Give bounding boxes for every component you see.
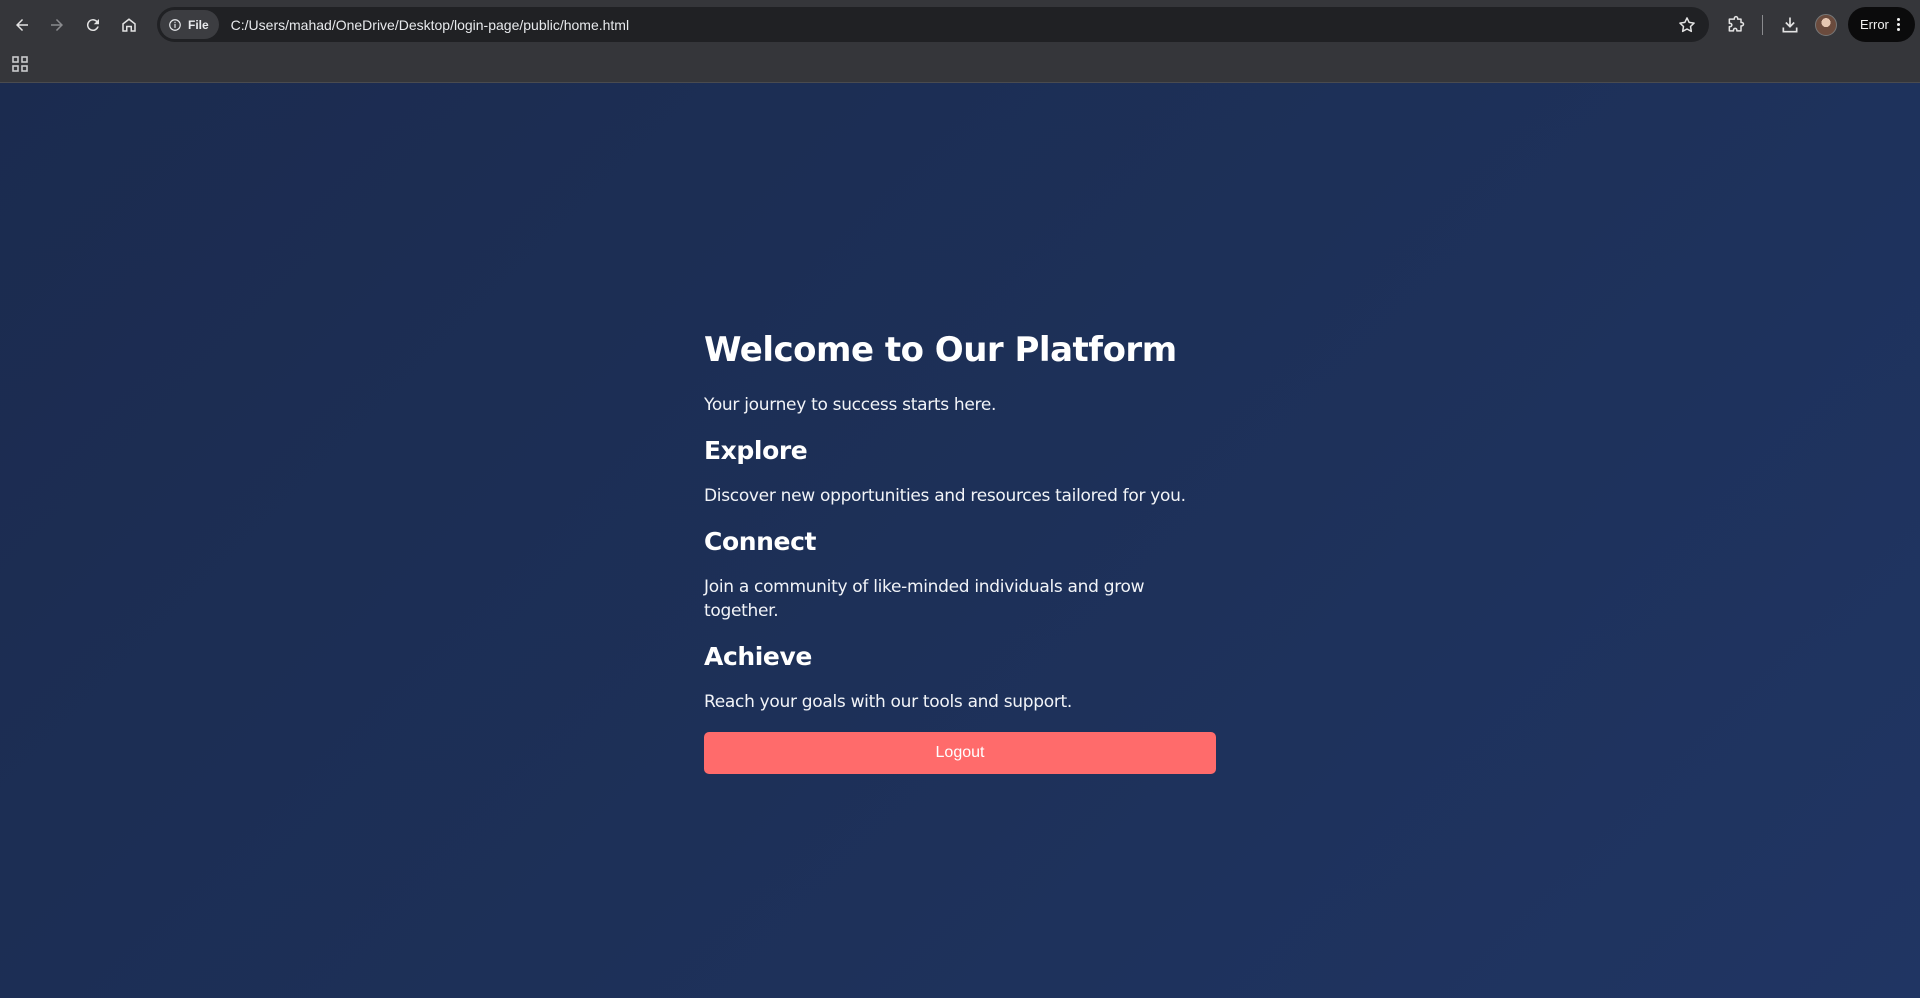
download-icon[interactable] xyxy=(1778,13,1802,37)
reload-icon[interactable] xyxy=(79,11,107,39)
profile-error-button[interactable]: Error xyxy=(1848,7,1915,42)
address-bar[interactable]: File C:/Users/mahad/OneDrive/Desktop/log… xyxy=(157,7,1709,42)
profile-status-label: Error xyxy=(1860,17,1889,32)
star-icon[interactable] xyxy=(1677,15,1697,35)
browser-toolbar: File C:/Users/mahad/OneDrive/Desktop/log… xyxy=(0,0,1920,50)
browser-chrome: File C:/Users/mahad/OneDrive/Desktop/log… xyxy=(0,0,1920,83)
bookmarks-bar xyxy=(0,50,1920,83)
toolbar-separator xyxy=(1762,15,1763,35)
info-icon xyxy=(169,18,181,31)
page-subtitle: Your journey to success starts here. xyxy=(704,395,997,415)
section-text-explore: Discover new opportunities and resources… xyxy=(704,486,1186,506)
logout-button[interactable]: Logout xyxy=(704,732,1216,774)
forward-icon[interactable] xyxy=(43,11,71,39)
avatar[interactable] xyxy=(1815,14,1837,36)
section-heading-explore: Explore xyxy=(704,436,808,465)
section-text-connect: Join a community of like-minded individu… xyxy=(704,577,1145,621)
site-chip-label: File xyxy=(188,17,209,32)
page-viewport: Welcome to Our Platform Your journey to … xyxy=(0,83,1920,998)
site-info-chip[interactable]: File xyxy=(160,10,219,39)
apps-icon[interactable] xyxy=(11,55,29,73)
page-title: Welcome to Our Platform xyxy=(704,330,1177,370)
welcome-content: Welcome to Our Platform Your journey to … xyxy=(704,328,1216,774)
url-text[interactable]: C:/Users/mahad/OneDrive/Desktop/login-pa… xyxy=(231,17,629,33)
section-heading-connect: Connect xyxy=(704,527,817,556)
section-heading-achieve: Achieve xyxy=(704,642,812,671)
section-text-achieve: Reach your goals with our tools and supp… xyxy=(704,692,1073,712)
more-icon[interactable] xyxy=(1896,18,1900,31)
extensions-icon[interactable] xyxy=(1724,13,1748,37)
back-icon[interactable] xyxy=(8,11,36,39)
home-icon[interactable] xyxy=(115,11,143,39)
